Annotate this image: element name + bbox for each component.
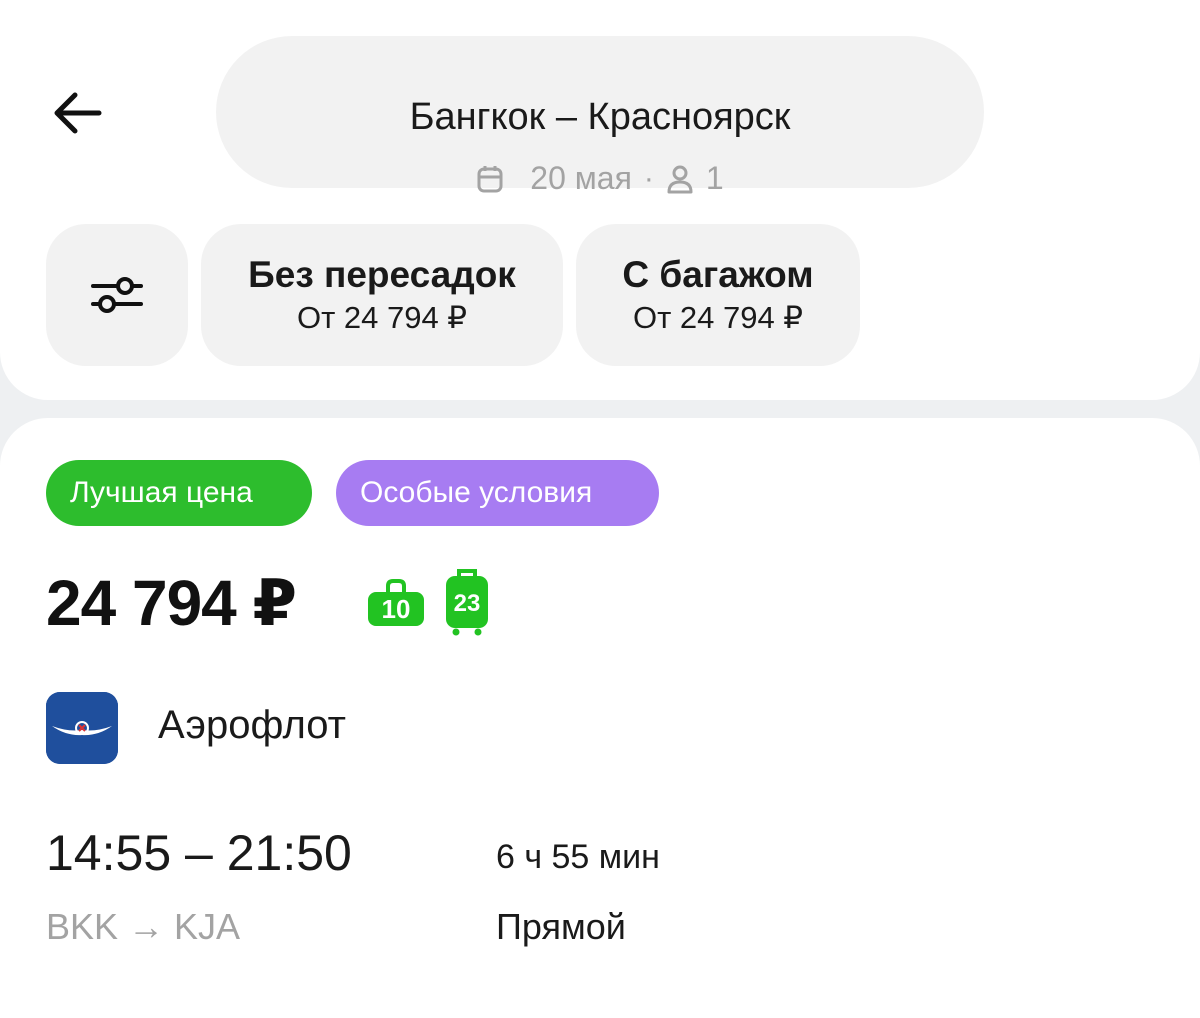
person-icon	[667, 165, 693, 193]
airport-codes: BKK → KJA	[46, 906, 241, 947]
hand-luggage-weight: 10	[381, 594, 411, 624]
airline-name: Аэрофлот	[158, 703, 346, 747]
route-meta: 20 мая · 1	[216, 160, 984, 197]
arrow-left-icon	[54, 92, 102, 134]
filters-button[interactable]	[46, 224, 188, 366]
flight-times: 14:55 – 21:50	[46, 825, 352, 881]
calendar-icon	[477, 165, 503, 192]
filter-chip-nonstop[interactable]: Без пересадок От 24 794 ₽	[201, 224, 563, 366]
flight-duration: 6 ч 55 мин	[496, 838, 660, 876]
best-price-badge: Лучшая цена	[46, 460, 312, 526]
sliders-icon	[91, 277, 143, 313]
meta-separator: ·	[643, 161, 654, 195]
checked-baggage-weight: 23	[453, 590, 481, 617]
hand-luggage-icon: 10	[366, 578, 426, 628]
filter-chip-price: От 24 794 ₽	[632, 300, 804, 335]
filter-chip-title: Без пересадок	[248, 254, 516, 295]
passenger-count: 1	[705, 160, 724, 196]
flight-stops: Прямой	[496, 906, 626, 947]
route-summary-pill[interactable]: Бангкок – Красноярск 20 мая · 1	[216, 36, 984, 196]
special-conditions-badge: Особые условия	[336, 460, 659, 526]
airline-logo	[46, 692, 118, 764]
filter-chip-title: С багажом	[622, 254, 814, 295]
trip-date: 20 мая	[530, 160, 632, 196]
suitcase-icon: 23	[444, 568, 490, 636]
filter-chip-baggage[interactable]: С багажом От 24 794 ₽	[576, 224, 860, 366]
search-header: Бангкок – Красноярск 20 мая · 1 Без пере…	[0, 0, 1200, 400]
offer-price: 24 794 ₽	[46, 567, 297, 639]
filter-chip-price: От 24 794 ₽	[296, 300, 468, 335]
route-title: Бангкок – Красноярск	[409, 96, 791, 138]
back-button[interactable]	[44, 80, 110, 146]
